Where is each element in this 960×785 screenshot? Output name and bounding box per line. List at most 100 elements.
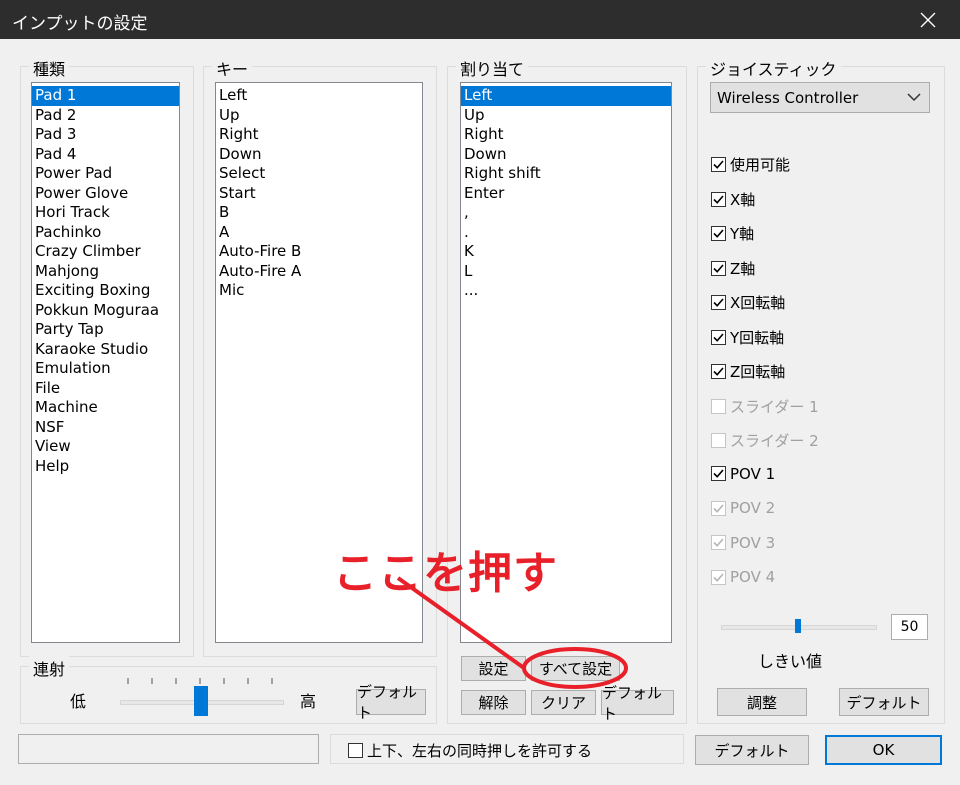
key-list-item[interactable]: B — [216, 203, 422, 223]
rapid-default-button[interactable]: デフォルト — [356, 683, 426, 722]
simultaneous-checkbox[interactable]: 上下、左右の同時押しを許可する — [348, 740, 592, 761]
rapid-thumb[interactable] — [194, 686, 208, 716]
assign-list-item[interactable]: K — [461, 242, 671, 262]
joystick-checkbox-label: POV 3 — [730, 533, 776, 552]
key-list-item[interactable]: Down — [216, 145, 422, 165]
threshold-thumb[interactable] — [795, 619, 801, 633]
checkbox-box[interactable] — [711, 329, 726, 345]
joystick-checkbox[interactable]: POV 1 — [711, 465, 775, 483]
type-list-item[interactable]: Pad 3 — [32, 125, 179, 145]
checkbox-box[interactable] — [711, 466, 726, 481]
joystick-checkbox-label: X軸 — [730, 190, 756, 209]
assign-list-item[interactable]: ... — [461, 281, 671, 301]
joystick-checkbox[interactable]: X軸 — [711, 189, 755, 210]
type-list-item[interactable]: Emulation — [32, 359, 179, 379]
checkbox-box[interactable] — [711, 500, 726, 516]
set-all-button[interactable]: すべて設定 — [531, 656, 620, 681]
key-list-item[interactable]: Auto-Fire A — [216, 262, 422, 282]
type-list-item[interactable]: Pokkun Moguraa — [32, 301, 179, 321]
type-list-item[interactable]: NSF — [32, 418, 179, 438]
key-list-item[interactable]: A — [216, 223, 422, 243]
assign-list-item[interactable]: Left — [461, 86, 671, 106]
key-list-item[interactable]: Auto-Fire B — [216, 242, 422, 262]
joystick-checkbox[interactable]: スライダー 2 — [711, 430, 819, 451]
joystick-checkbox[interactable]: 使用可能 — [711, 154, 790, 175]
simultaneous-checkbox-label: 上下、左右の同時押しを許可する — [367, 742, 593, 760]
key-list-item[interactable]: Left — [216, 86, 422, 106]
joystick-checkbox-label: Z軸 — [730, 259, 756, 278]
type-list-item[interactable]: Karaoke Studio — [32, 340, 179, 360]
key-list-item[interactable]: Select — [216, 164, 422, 184]
joystick-checkbox-label: Y軸 — [730, 225, 755, 243]
type-list-item[interactable]: Power Pad — [32, 164, 179, 184]
key-list-item[interactable]: Up — [216, 106, 422, 126]
assign-list-item[interactable]: Right shift — [461, 164, 671, 184]
joystick-checkbox[interactable]: Z回転軸 — [711, 361, 785, 382]
release-button[interactable]: 解除 — [461, 690, 526, 715]
checkbox-box[interactable] — [711, 191, 726, 207]
type-list-item[interactable]: Pad 2 — [32, 106, 179, 126]
assign-default-button[interactable]: デフォルト — [601, 684, 674, 723]
checkbox-box[interactable] — [711, 364, 726, 379]
simultaneous-checkbox-box[interactable] — [348, 743, 363, 758]
checkbox-box[interactable] — [711, 260, 726, 276]
joystick-checkbox[interactable]: スライダー 1 — [711, 396, 819, 417]
joystick-checkbox[interactable]: POV 4 — [711, 568, 775, 586]
joystick-checkbox[interactable]: X回転軸 — [711, 292, 785, 313]
clear-button[interactable]: クリア — [531, 690, 596, 715]
joystick-checkbox[interactable]: Y軸 — [711, 223, 754, 244]
type-list-item[interactable]: Help — [32, 457, 179, 477]
checkbox-box[interactable] — [711, 157, 726, 172]
type-list-item[interactable]: Pad 4 — [32, 145, 179, 165]
type-list-item[interactable]: Power Glove — [32, 184, 179, 204]
assign-list-item[interactable]: , — [461, 203, 671, 223]
assign-list-item[interactable]: Up — [461, 106, 671, 126]
assign-list-item[interactable]: Down — [461, 145, 671, 165]
annotation-text: ここを押す — [333, 548, 558, 599]
assign-group-label: 割り当て — [456, 56, 529, 80]
set-button[interactable]: 設定 — [461, 656, 526, 681]
checkbox-box[interactable] — [711, 433, 726, 448]
checkbox-box[interactable] — [711, 535, 726, 550]
adjust-button[interactable]: 調整 — [717, 688, 807, 716]
joystick-default-button[interactable]: デフォルト — [839, 688, 929, 716]
joystick-device-select[interactable]: Wireless Controller — [710, 82, 930, 113]
joystick-group-label: ジョイスティック — [706, 56, 841, 80]
assign-list-item[interactable]: Right — [461, 125, 671, 145]
threshold-value-box[interactable]: 50 — [891, 614, 928, 640]
type-list-item[interactable]: Hori Track — [32, 203, 179, 223]
type-list-item[interactable]: View — [32, 437, 179, 457]
joystick-checkbox[interactable]: Z軸 — [711, 258, 755, 279]
type-list-item[interactable]: Machine — [32, 398, 179, 418]
assign-list-item[interactable]: L — [461, 262, 671, 282]
global-default-button[interactable]: デフォルト — [695, 735, 809, 765]
joystick-checkbox[interactable]: Y回転軸 — [711, 327, 784, 348]
key-list-item[interactable]: Mic — [216, 281, 422, 301]
joystick-checkbox-label: X回転軸 — [730, 294, 786, 312]
threshold-slider[interactable] — [713, 614, 883, 640]
assign-list-item[interactable]: . — [461, 223, 671, 243]
checkbox-box[interactable] — [711, 398, 726, 414]
joystick-checkbox-label: Z回転軸 — [730, 363, 786, 381]
type-listbox[interactable]: Pad 1 Pad 2 Pad 3 Pad 4 Power Pad Power Glove… — [31, 82, 180, 643]
type-list-item[interactable]: Pachinko — [32, 223, 179, 243]
joystick-checkbox[interactable]: POV 3 — [711, 534, 775, 552]
type-list-item[interactable]: Exciting Boxing — [32, 281, 179, 301]
key-list-item[interactable]: Start — [216, 184, 422, 204]
type-group-label: 種類 — [29, 56, 70, 80]
ok-button[interactable]: OK — [825, 735, 942, 765]
checkbox-box[interactable] — [711, 569, 726, 585]
type-list-item[interactable]: Party Tap — [32, 320, 179, 340]
joystick-checkbox-label: スライダー 1 — [730, 397, 819, 416]
checkbox-box[interactable] — [711, 226, 726, 241]
assign-list-item[interactable]: Enter — [461, 184, 671, 204]
type-list-item[interactable]: Pad 1 — [32, 86, 179, 106]
joystick-checkbox[interactable]: POV 2 — [711, 499, 775, 517]
type-list-item[interactable]: Crazy Climber — [32, 242, 179, 262]
type-list-item[interactable]: File — [32, 379, 179, 399]
checkbox-box[interactable] — [711, 295, 726, 310]
type-list-item[interactable]: Mahjong — [32, 262, 179, 282]
close-button[interactable] — [896, 0, 960, 39]
rapid-slider[interactable] — [120, 676, 284, 720]
key-list-item[interactable]: Right — [216, 125, 422, 145]
